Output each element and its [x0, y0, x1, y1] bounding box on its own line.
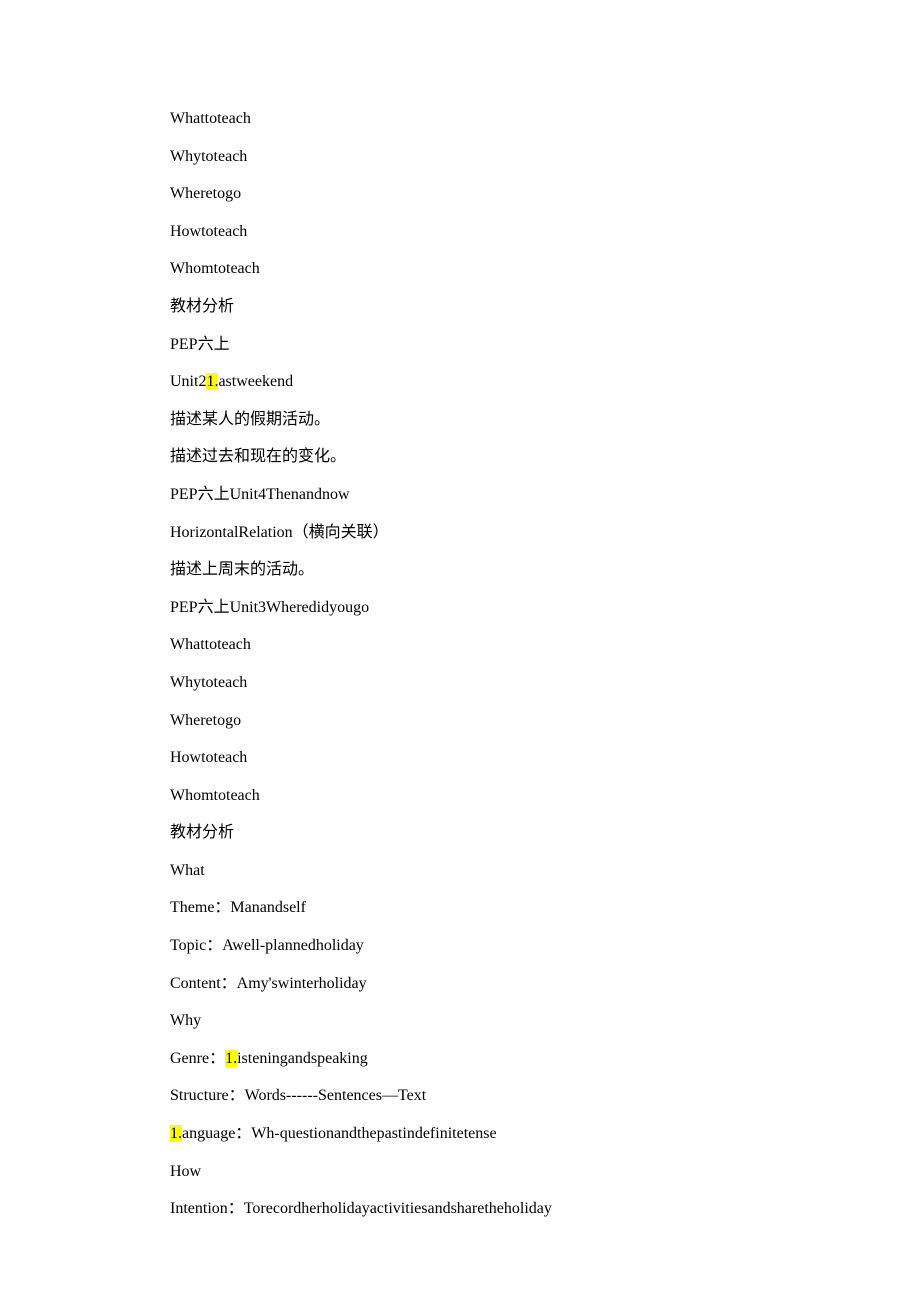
text-line-6: PEP六上: [170, 326, 750, 364]
line-suffix: astweekend: [218, 373, 293, 390]
text-line-5: 教材分析: [170, 288, 750, 326]
text-line-22: Topic：Awell-plannedholiday: [170, 927, 750, 965]
text-line-0: Whattoteach: [170, 100, 750, 138]
text-line-10: PEP六上Unit4Thenandnow: [170, 476, 750, 514]
text-line-12: 描述上周末的活动。: [170, 551, 750, 589]
text-line-20: What: [170, 852, 750, 890]
text-line-26: Structure：Words------Sentences—Text: [170, 1077, 750, 1115]
text-line-29: Intention：Torecordherholidayactivitiesan…: [170, 1190, 750, 1228]
text-line-17: Howtoteach: [170, 739, 750, 777]
highlighted-text: 1.: [225, 1050, 237, 1067]
text-line-1: Whytoteach: [170, 138, 750, 176]
text-line-27: 1.anguage：Wh-questionandthepastindefinit…: [170, 1115, 750, 1153]
text-line-25: Genre：1.isteningandspeaking: [170, 1040, 750, 1078]
text-line-14: Whattoteach: [170, 626, 750, 664]
text-line-19: 教材分析: [170, 814, 750, 852]
text-line-15: Whytoteach: [170, 664, 750, 702]
document-content: WhattoteachWhytoteachWheretogoHowtoteach…: [0, 0, 920, 1288]
text-line-21: Theme：Manandself: [170, 889, 750, 927]
text-line-16: Wheretogo: [170, 702, 750, 740]
text-line-2: Wheretogo: [170, 175, 750, 213]
highlighted-text: 1.: [206, 373, 218, 390]
line-prefix: Genre：: [170, 1050, 225, 1067]
text-line-8: 描述某人的假期活动。: [170, 401, 750, 439]
text-line-18: Whomtoteach: [170, 777, 750, 815]
text-line-7: Unit21.astweekend: [170, 363, 750, 401]
text-line-23: Content：Amy'swinterholiday: [170, 965, 750, 1003]
line-suffix: anguage：Wh-questionandthepastindefinitet…: [182, 1125, 497, 1142]
text-line-9: 描述过去和现在的变化。: [170, 438, 750, 476]
text-line-4: Whomtoteach: [170, 250, 750, 288]
text-line-13: PEP六上Unit3Wheredidyougo: [170, 589, 750, 627]
highlighted-text: 1.: [170, 1125, 182, 1142]
line-prefix: Unit2: [170, 373, 206, 390]
text-line-28: How: [170, 1153, 750, 1191]
text-line-24: Why: [170, 1002, 750, 1040]
text-line-11: HorizontalRelation（横向关联）: [170, 514, 750, 552]
text-line-3: Howtoteach: [170, 213, 750, 251]
line-suffix: isteningandspeaking: [237, 1050, 368, 1067]
